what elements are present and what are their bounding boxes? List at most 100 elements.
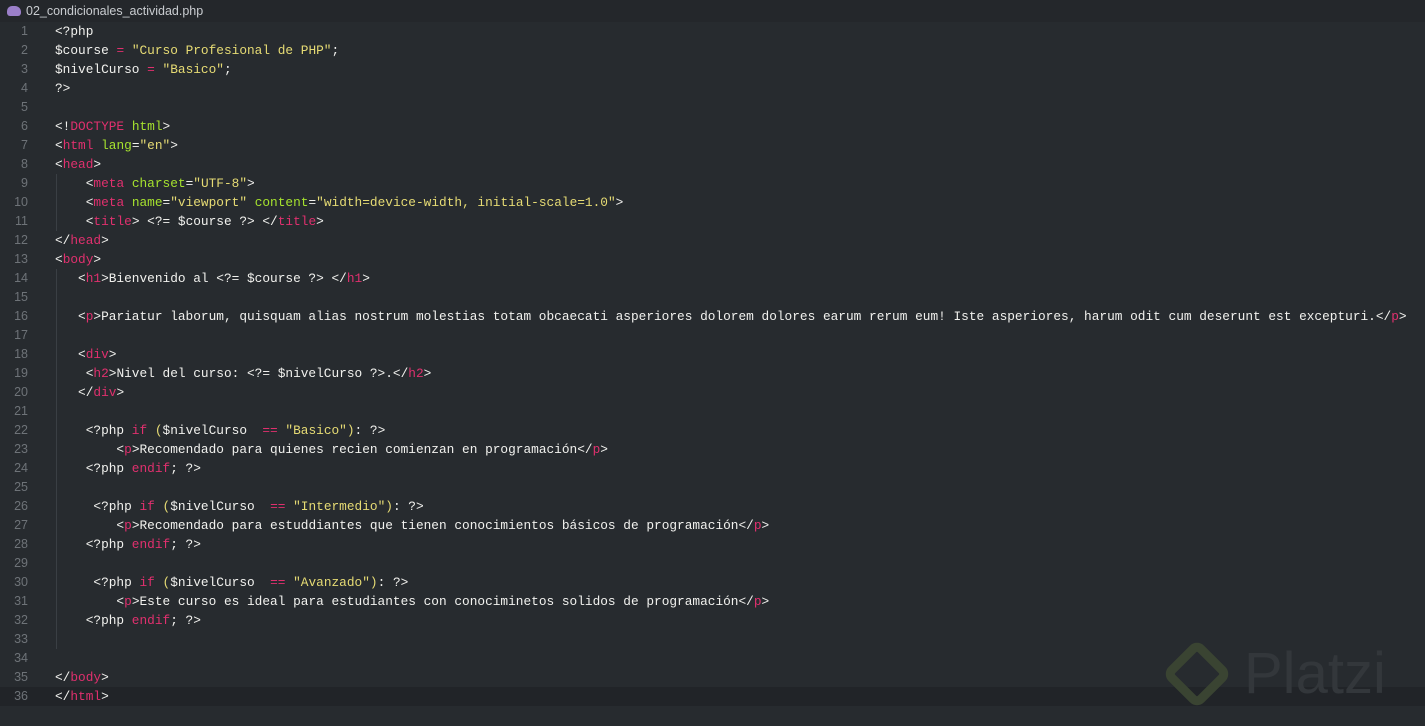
code-text: <p>Recomendado para quienes recien comie… xyxy=(55,440,608,459)
code-text: <?php endif; ?> xyxy=(55,611,201,630)
line-number: 12 xyxy=(14,233,28,247)
code-text: <html lang="en"> xyxy=(55,136,178,155)
code-line[interactable]: 12 </head> xyxy=(0,231,1425,250)
code-token: : ?> xyxy=(377,575,409,590)
code-token: < xyxy=(55,138,63,153)
code-line[interactable]: 19 <h2>Nivel del curso: <?= $nivelCurso … xyxy=(0,364,1425,383)
code-line[interactable]: 11 <title> <?= $course ?> </title> xyxy=(0,212,1425,231)
line-number: 21 xyxy=(14,404,28,418)
code-line[interactable]: 3 $nivelCurso = "Basico"; xyxy=(0,60,1425,79)
code-token: "Basico" xyxy=(285,423,347,438)
code-line[interactable]: 18 <div> xyxy=(0,345,1425,364)
code-token: <?php xyxy=(55,499,140,514)
code-line[interactable]: 22 <?php if ($nivelCurso == "Basico"): ?… xyxy=(0,421,1425,440)
code-line[interactable]: 7 <html lang="en"> xyxy=(0,136,1425,155)
code-token: > xyxy=(761,518,770,533)
code-token: p xyxy=(753,518,762,533)
code-text: <div> xyxy=(55,345,116,364)
code-token: h1 xyxy=(346,271,363,286)
code-token: ?> xyxy=(55,81,71,96)
code-text: <h1>Bienvenido al <?= $course ?> </h1> xyxy=(55,269,370,288)
code-token: ) xyxy=(385,499,393,514)
code-text: <meta charset="UTF-8"> xyxy=(55,174,255,193)
code-line[interactable]: 8 <head> xyxy=(0,155,1425,174)
code-token: h1 xyxy=(85,271,102,286)
code-line[interactable]: 30 <?php if ($nivelCurso == "Avanzado"):… xyxy=(0,573,1425,592)
line-number: 32 xyxy=(14,613,28,627)
code-token: "Basico" xyxy=(162,62,224,77)
code-token: lang xyxy=(101,138,132,153)
code-line[interactable]: 17 xyxy=(0,326,1425,345)
code-line[interactable]: 29 xyxy=(0,554,1425,573)
line-number: 9 xyxy=(21,176,28,190)
code-line[interactable]: 31 <p>Este curso es ideal para estudiant… xyxy=(0,592,1425,611)
line-number: 5 xyxy=(21,100,28,114)
code-token: "viewport" xyxy=(170,195,248,210)
code-line[interactable]: 16 < p>Pariatur laborum, quisquam alias n… xyxy=(0,307,1425,326)
line-number: 7 xyxy=(21,138,28,152)
code-line[interactable]: 4 ?> xyxy=(0,79,1425,98)
code-line[interactable]: 25 xyxy=(0,478,1425,497)
code-editor[interactable]: 1 <?php 2 $course = "Curso Profesional de P… xyxy=(0,22,1425,706)
code-line[interactable]: 28 <?php endif; ?> xyxy=(0,535,1425,554)
code-token: < xyxy=(55,195,94,210)
code-token: > xyxy=(600,442,608,457)
code-token: = xyxy=(308,195,317,210)
editor-tab[interactable]: 02_condicionales_actividad.php xyxy=(0,0,1425,22)
line-number: 36 xyxy=(14,689,28,703)
code-token: <! xyxy=(55,119,71,134)
watermark-text: Platzi xyxy=(1244,641,1386,706)
code-token: endif xyxy=(131,461,171,476)
code-token: div xyxy=(85,347,109,362)
code-line[interactable]: 13 <body> xyxy=(0,250,1425,269)
code-token: "Curso Profesional de PHP" xyxy=(131,43,332,58)
code-line[interactable]: 27 <p>Recomendado para estuddiantes que … xyxy=(0,516,1425,535)
code-token: h2 xyxy=(93,366,109,381)
line-number: 35 xyxy=(14,670,28,684)
code-line[interactable]: 20 </div> xyxy=(0,383,1425,402)
code-line[interactable]: 5 xyxy=(0,98,1425,117)
code-token: = xyxy=(131,138,140,153)
code-token: html xyxy=(62,138,94,153)
code-token: p xyxy=(124,594,132,609)
code-line[interactable]: 26 <?php if ($nivelCurso == "Intermedio"… xyxy=(0,497,1425,516)
code-token: > xyxy=(162,119,171,134)
code-line[interactable]: 24 <?php endif; ?> xyxy=(0,459,1425,478)
line-number: 6 xyxy=(21,119,28,133)
code-token: < xyxy=(55,176,94,191)
code-token: >Este curso es ideal para estudiantes co… xyxy=(131,594,754,609)
code-line[interactable]: 2 $course = "Curso Profesional de PHP"; xyxy=(0,41,1425,60)
code-token: > xyxy=(101,689,109,704)
code-token: <?php xyxy=(55,423,132,438)
code-token: >Pariatur laborum, quisquam alias nostru… xyxy=(93,309,1392,324)
code-token: if xyxy=(139,575,155,590)
line-number: 29 xyxy=(14,556,28,570)
code-token: >Bienvenido al <?= $course ?> </ xyxy=(101,271,347,286)
code-text: $nivelCurso = "Basico"; xyxy=(55,60,232,79)
code-text: <?php xyxy=(55,22,93,41)
php-elephant-icon xyxy=(7,6,21,16)
line-number: 15 xyxy=(14,290,28,304)
code-line[interactable]: 21 xyxy=(0,402,1425,421)
code-line[interactable]: 10 <meta name="viewport" content="width=… xyxy=(0,193,1425,212)
code-line[interactable]: 23 <p>Recomendado para quienes recien co… xyxy=(0,440,1425,459)
line-number: 4 xyxy=(21,81,28,95)
code-line[interactable]: 32 <?php endif; ?> xyxy=(0,611,1425,630)
code-line[interactable]: 14 <h1>Bienvenido al <?= $course ?> </h1… xyxy=(0,269,1425,288)
line-number: 17 xyxy=(14,328,28,342)
code-line[interactable]: 6 <!DOCTYPE html> xyxy=(0,117,1425,136)
code-line[interactable]: 1 <?php xyxy=(0,22,1425,41)
code-token: < xyxy=(55,309,86,324)
code-line[interactable]: 15 xyxy=(0,288,1425,307)
platzi-logo-icon xyxy=(1161,638,1233,709)
code-text: </html> xyxy=(55,687,109,706)
code-token: content xyxy=(254,195,309,210)
code-token: : ?> xyxy=(354,423,386,438)
code-token: </ xyxy=(55,670,71,685)
code-line[interactable]: 9 <meta charset="UTF-8"> xyxy=(0,174,1425,193)
code-token: p xyxy=(124,518,132,533)
code-text: < p>Pariatur laborum, quisquam alias nost… xyxy=(55,307,1407,326)
